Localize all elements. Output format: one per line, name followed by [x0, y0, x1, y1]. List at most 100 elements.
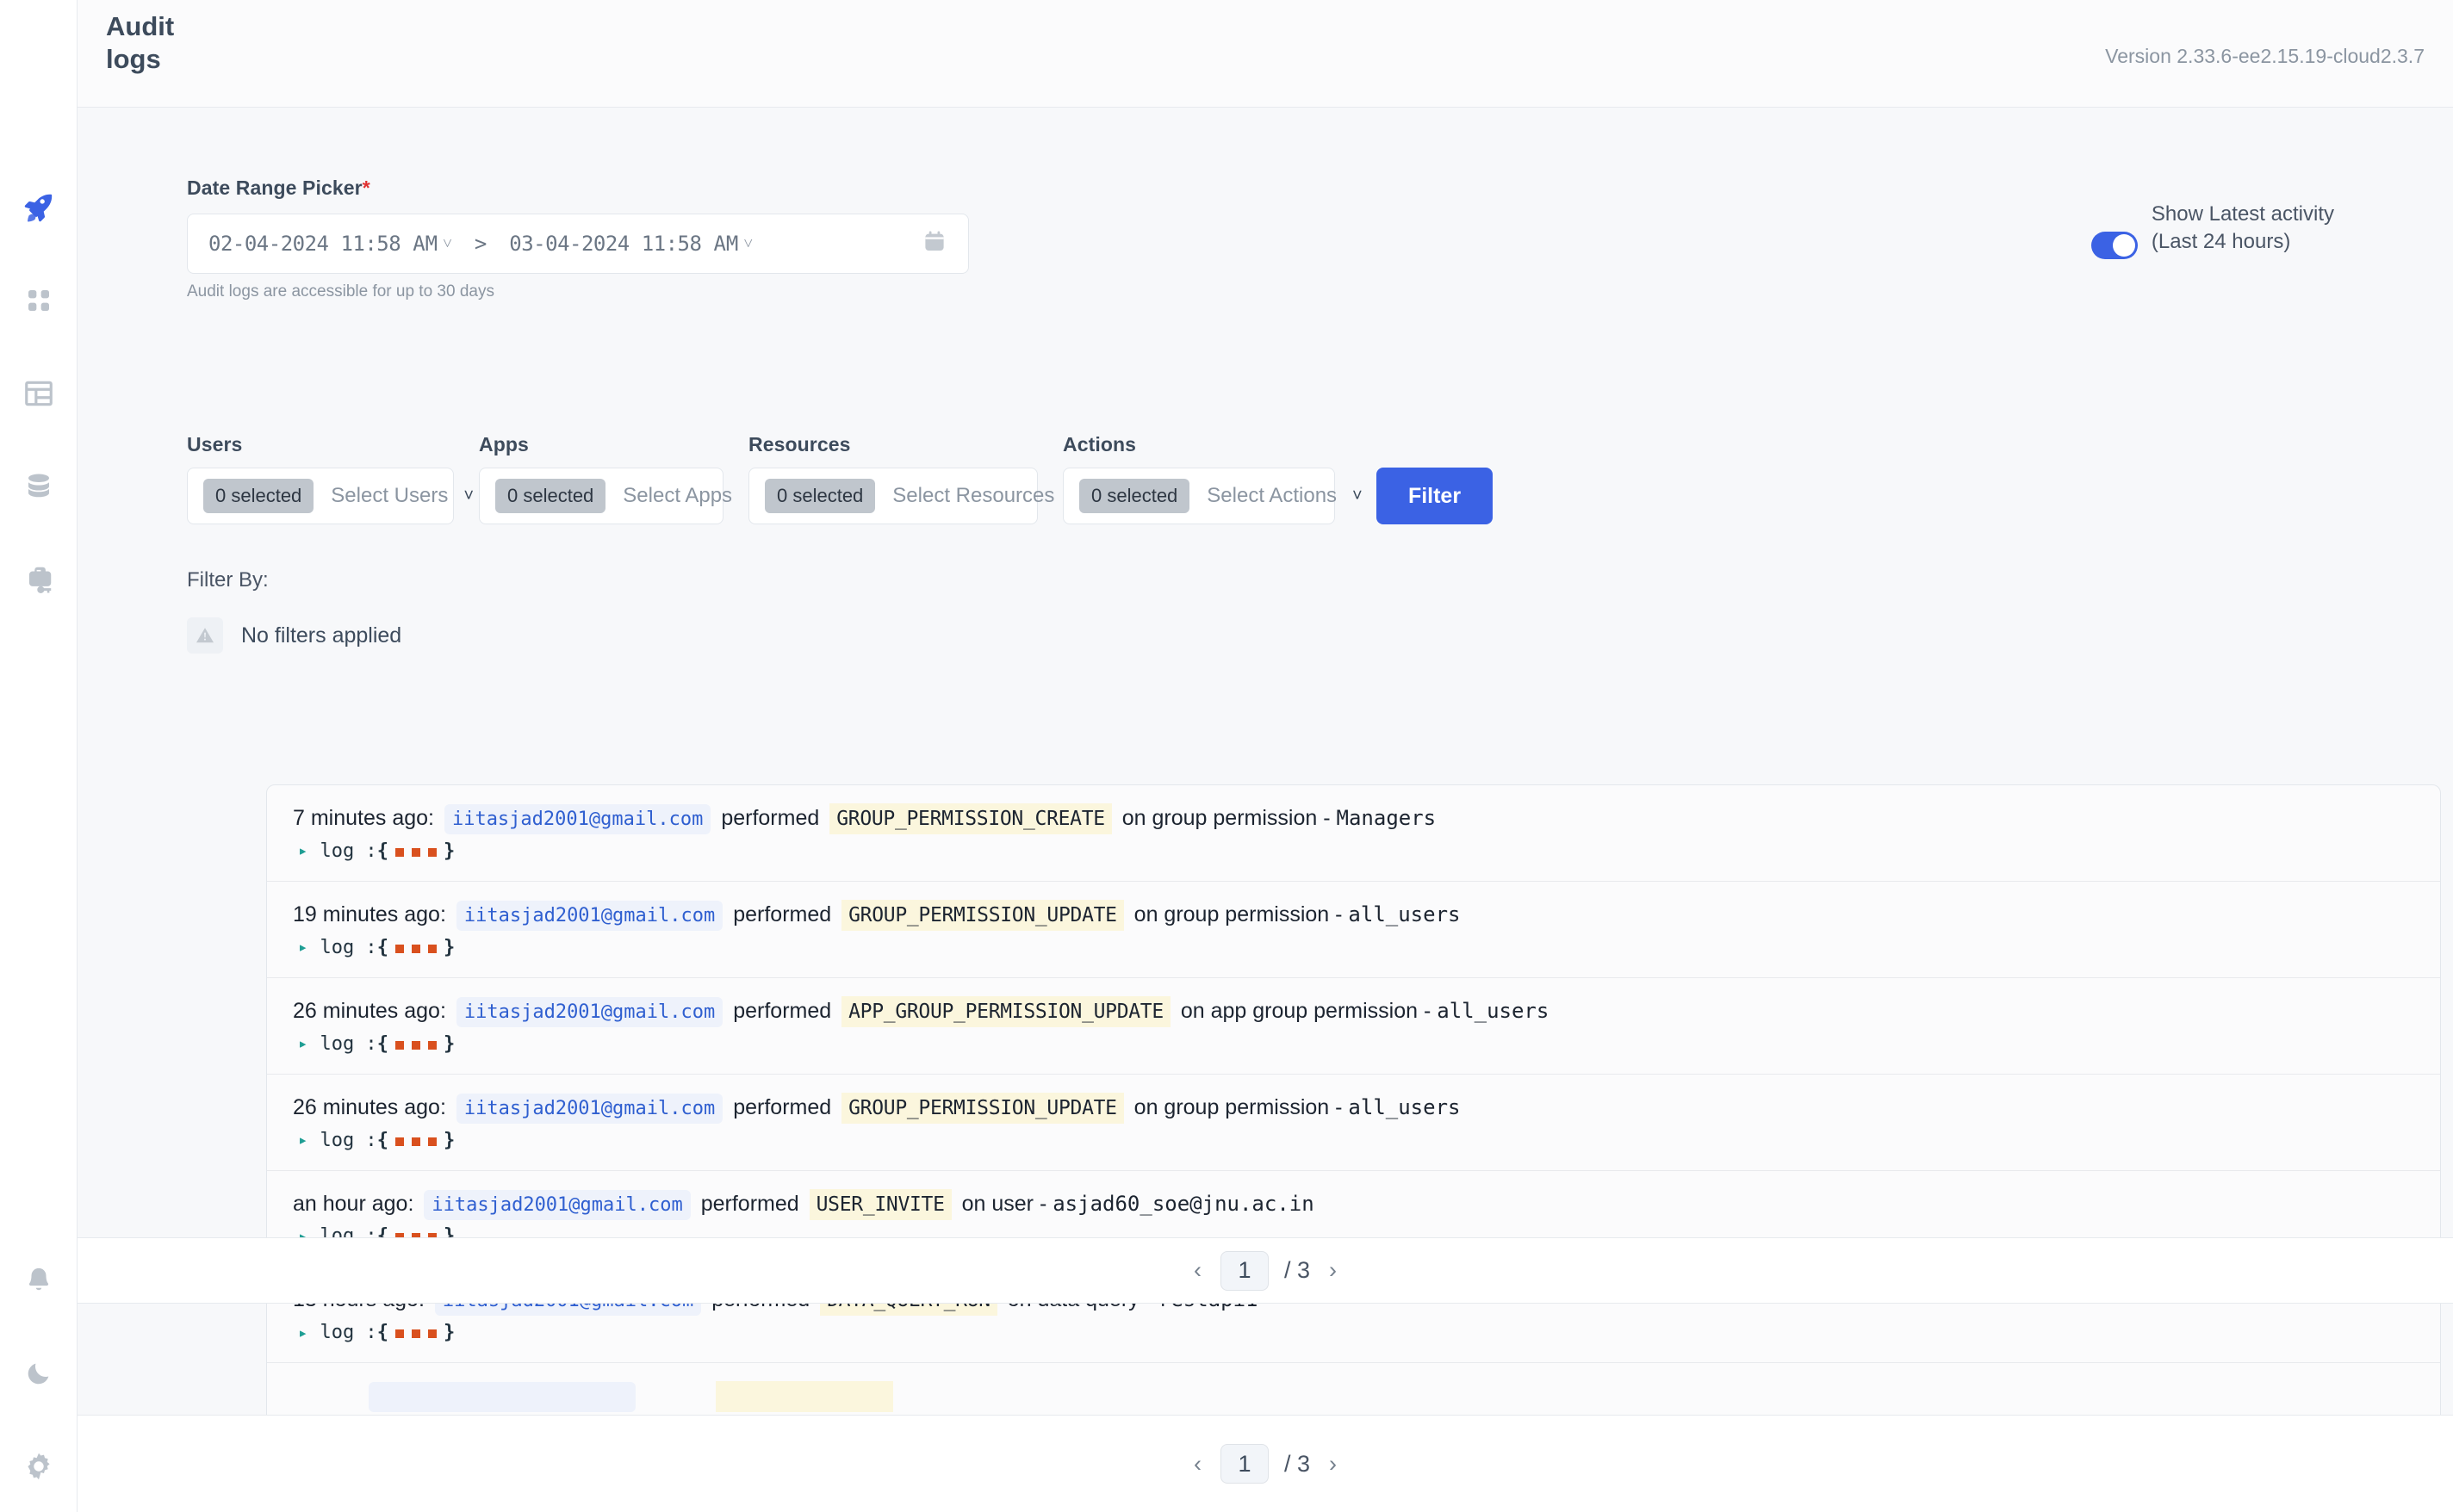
- pagination-prev-button[interactable]: ‹: [1190, 1257, 1205, 1284]
- log-user-email[interactable]: iitasjad2001@gmail.com: [456, 1093, 723, 1124]
- log-detail-toggle[interactable]: ▸ log : {}: [293, 937, 2414, 958]
- sidebar-item-database[interactable]: [19, 467, 59, 506]
- audit-log-row[interactable]: 7 minutes ago: iitasjad2001@gmail.com pe…: [267, 785, 2440, 882]
- gear-icon: [23, 1451, 54, 1482]
- log-user-email[interactable]: iitasjad2001@gmail.com: [456, 900, 723, 931]
- select-apps[interactable]: 0 selected Select Apps ˅: [479, 468, 758, 524]
- select-resources[interactable]: 0 selected Select Resources ˅: [748, 468, 1080, 524]
- expand-triangle-icon[interactable]: ▸: [298, 938, 307, 957]
- sidebar-item-rocket[interactable]: [19, 188, 59, 227]
- sidebar-secondary-nav: [0, 1261, 78, 1486]
- log-detail-toggle[interactable]: ▸ log : {}: [293, 1130, 2414, 1151]
- log-detail-collapsed: {}: [376, 1129, 456, 1151]
- sidebar-item-notifications[interactable]: [19, 1261, 59, 1300]
- audit-log-summary: 26 minutes ago: iitasjad2001@gmail.com p…: [293, 995, 2414, 1027]
- resources-placeholder: Select Resources: [892, 484, 1055, 507]
- expand-triangle-icon[interactable]: ▸: [298, 1034, 307, 1053]
- log-action-name: USER_INVITE: [809, 1188, 952, 1220]
- apps-grid-icon: [25, 287, 53, 314]
- log-user-email[interactable]: iitasjad2001@gmail.com: [456, 996, 723, 1027]
- database-icon: [23, 471, 54, 502]
- warning-triangle-icon: [187, 617, 223, 654]
- collapsed-dots-icon: [394, 1040, 437, 1050]
- log-detail-collapsed: {}: [376, 936, 456, 958]
- log-resource-name: all_users: [1437, 998, 1549, 1023]
- start-ampm-value[interactable]: AM: [413, 232, 438, 256]
- log-action-name: GROUP_PERMISSION_CREATE: [829, 803, 1112, 834]
- date-range-picker-label-text: Date Range Picker: [187, 177, 363, 199]
- actions-chevron-down-icon[interactable]: ˅: [1337, 486, 1363, 506]
- actions-selected-count: 0 selected: [1079, 479, 1190, 513]
- log-user-email[interactable]: iitasjad2001@gmail.com: [444, 804, 711, 834]
- filter-by-label: Filter By:: [187, 568, 269, 592]
- sidebar-item-dark-mode[interactable]: [19, 1354, 59, 1393]
- end-ampm-chevron-down-icon[interactable]: ˅: [743, 234, 753, 254]
- log-detail-toggle[interactable]: ▸ log : {}: [293, 1033, 2414, 1055]
- no-filters-text: No filters applied: [241, 623, 402, 648]
- pagination-footer: ‹ 1 / 3 ›: [78, 1415, 2453, 1512]
- sidebar-primary-nav: [19, 188, 59, 599]
- end-ampm-value[interactable]: AM: [713, 232, 738, 256]
- audit-log-row[interactable]: 26 minutes ago: iitasjad2001@gmail.com p…: [267, 1075, 2440, 1171]
- log-action-name: GROUP_PERMISSION_UPDATE: [841, 1092, 1124, 1124]
- users-selected-count: 0 selected: [203, 479, 314, 513]
- log-detail-key: log :: [320, 1322, 377, 1344]
- log-timestamp: 7 minutes ago:: [293, 806, 434, 830]
- filter-label-resources: Resources: [748, 433, 851, 455]
- users-chevron-down-icon[interactable]: ˅: [448, 486, 474, 506]
- log-performed-text: performed: [733, 998, 832, 1023]
- filter-group-actions: Actions 0 selected Select Actions ˅: [1063, 433, 1363, 524]
- sidebar-item-settings[interactable]: [19, 1447, 59, 1486]
- rocket-icon: [22, 191, 55, 224]
- pagination-next-button[interactable]: ›: [1326, 1257, 1340, 1284]
- pagination-controls: ‹ 1 / 3 ›: [1190, 1444, 1340, 1484]
- log-detail-key: log :: [320, 1032, 377, 1055]
- pagination-current-page[interactable]: 1: [1220, 1250, 1269, 1291]
- pagination-current-page[interactable]: 1: [1220, 1444, 1269, 1484]
- log-resource-text: on group permission -: [1121, 806, 1331, 830]
- audit-log-row[interactable]: 19 minutes ago: iitasjad2001@gmail.com p…: [267, 882, 2440, 978]
- log-detail-toggle[interactable]: ▸ log : {}: [293, 840, 2414, 862]
- sidebar-item-dashboard[interactable]: [19, 374, 59, 413]
- dashboard-layout-icon: [22, 377, 55, 410]
- log-resource-name: all_users: [1348, 902, 1461, 926]
- expand-triangle-icon[interactable]: ▸: [298, 1131, 307, 1149]
- pagination-total-pages: / 3: [1283, 1450, 1311, 1477]
- log-resource-name: all_users: [1348, 1094, 1461, 1119]
- collapsed-dots-icon: [394, 1137, 437, 1146]
- filter-group-resources: Resources 0 selected Select Resources ˅: [748, 433, 1080, 524]
- log-detail-collapsed: {}: [376, 1322, 456, 1344]
- expand-triangle-icon[interactable]: ▸: [298, 841, 307, 860]
- calendar-icon[interactable]: [922, 229, 947, 258]
- filter-button[interactable]: Filter: [1376, 468, 1493, 524]
- audit-log-summary: 7 minutes ago: iitasjad2001@gmail.com pe…: [293, 803, 2414, 834]
- log-resource-name: Managers: [1336, 806, 1437, 830]
- log-timestamp: 19 minutes ago:: [293, 902, 446, 926]
- start-ampm-chevron-down-icon[interactable]: ˅: [443, 234, 452, 254]
- pagination-next-button[interactable]: ›: [1326, 1451, 1340, 1478]
- select-actions[interactable]: 0 selected Select Actions ˅: [1063, 468, 1363, 524]
- log-user-email[interactable]: [369, 1382, 636, 1413]
- log-detail-collapsed: {}: [376, 1032, 456, 1055]
- log-action-name: APP_GROUP_PERMISSION_UPDATE: [841, 995, 1171, 1027]
- pagination-prev-button[interactable]: ‹: [1190, 1451, 1205, 1478]
- expand-triangle-icon[interactable]: ▸: [298, 1323, 307, 1342]
- pagination-controls: ‹ 1 / 3 ›: [1190, 1250, 1340, 1291]
- left-sidebar: [0, 0, 78, 1512]
- audit-log-row[interactable]: 26 minutes ago: iitasjad2001@gmail.com p…: [267, 978, 2440, 1075]
- collapsed-dots-icon: [394, 1329, 437, 1339]
- select-users[interactable]: 0 selected Select Users ˅: [187, 468, 474, 524]
- log-detail-toggle[interactable]: ▸ log : {}: [293, 1322, 2414, 1343]
- date-range-input[interactable]: 02-04-2024 11:58 AM ˅ > 03-04-2024 11:58…: [187, 214, 969, 274]
- log-timestamp: an hour ago:: [293, 1191, 414, 1216]
- sidebar-item-workspace-settings[interactable]: [19, 560, 59, 599]
- toggle-knob: [2112, 234, 2135, 257]
- filter-group-users: Users 0 selected Select Users ˅: [187, 433, 474, 524]
- collapsed-dots-icon: [394, 847, 437, 857]
- show-latest-activity-toggle[interactable]: [2090, 232, 2138, 259]
- log-performed-text: performed: [733, 1094, 832, 1119]
- log-user-email[interactable]: iitasjad2001@gmail.com: [424, 1189, 691, 1220]
- sidebar-item-apps[interactable]: [19, 281, 59, 320]
- end-date-value[interactable]: 03-04-2024 11:58: [509, 232, 702, 256]
- start-date-value[interactable]: 02-04-2024 11:58: [208, 232, 401, 256]
